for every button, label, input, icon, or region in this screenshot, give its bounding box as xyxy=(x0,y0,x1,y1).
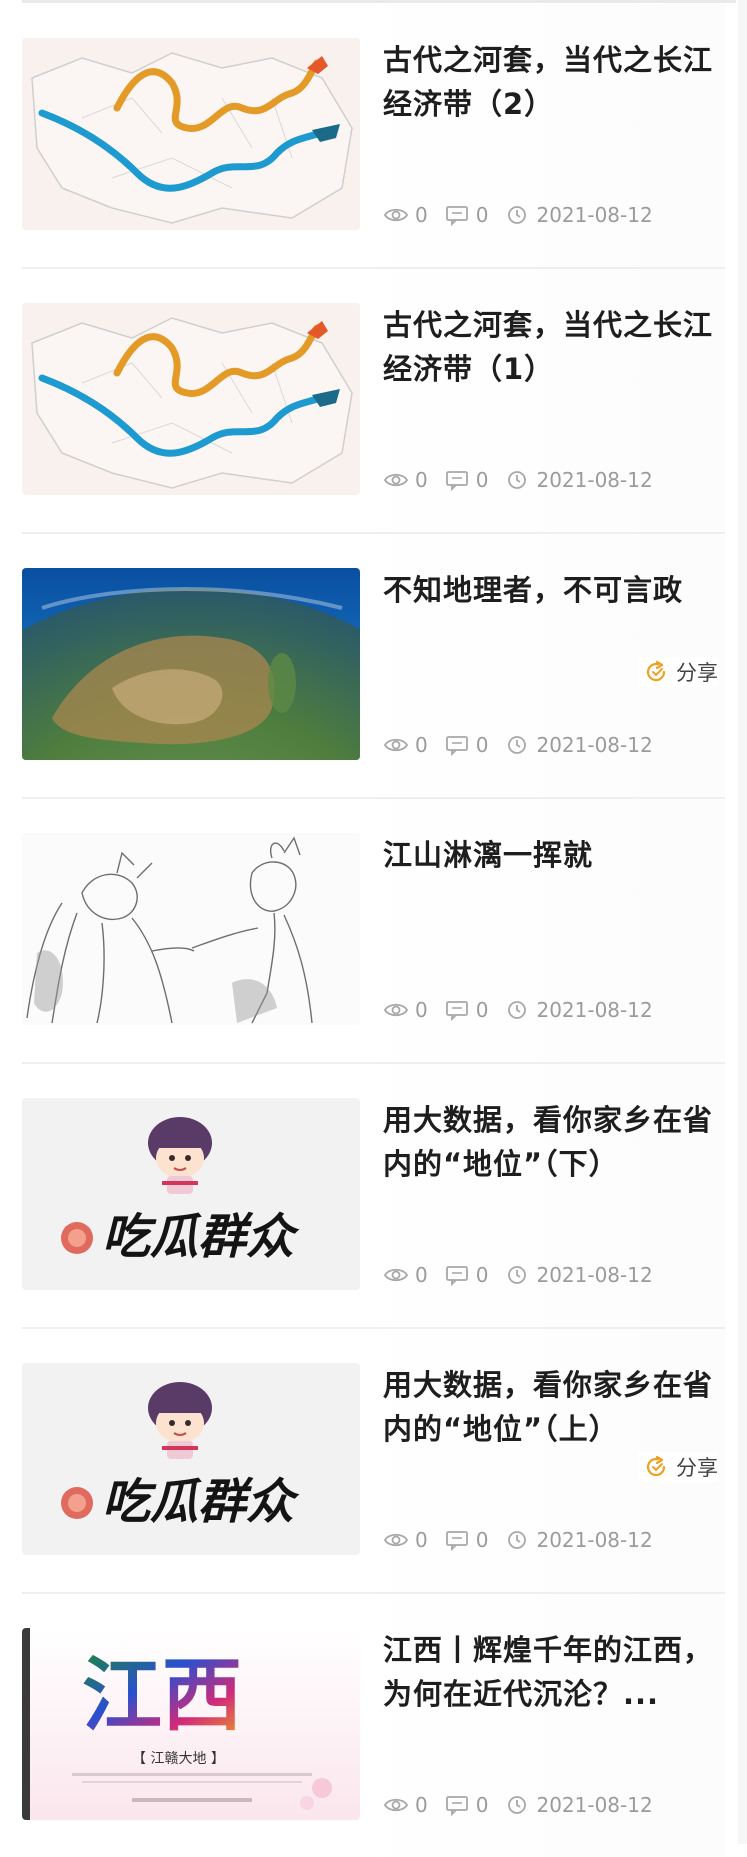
comment-icon xyxy=(445,471,468,491)
eye-icon xyxy=(383,1003,409,1017)
clock-icon xyxy=(508,1796,527,1814)
clock-icon xyxy=(508,1531,527,1549)
svg-text:吃瓜群众: 吃瓜群众 xyxy=(102,1209,300,1265)
eye-icon xyxy=(383,1533,409,1547)
article-thumbnail[interactable]: 吃瓜群众 xyxy=(22,1098,360,1290)
clock-icon xyxy=(508,736,527,754)
eye-icon xyxy=(383,208,409,222)
article-card[interactable]: 不知地理者，不可言政 分享 0 0 2021-08-12 xyxy=(22,534,725,799)
article-thumbnail[interactable] xyxy=(22,38,360,230)
clock-icon xyxy=(508,1001,527,1019)
article-title[interactable]: 用大数据，看你家乡在省内的“地位”（下） xyxy=(383,1098,723,1186)
article-meta: 0 0 2021-08-12 xyxy=(383,465,669,495)
article-title[interactable]: 不知地理者，不可言政 xyxy=(383,568,723,612)
share-label: 分享 xyxy=(676,1456,718,1480)
article-thumbnail[interactable] xyxy=(22,568,360,760)
publish-date: 2021-08-12 xyxy=(536,1263,653,1287)
article-card[interactable]: 古代之河套，当代之长江经济带（1） 0 0 2021-08-12 xyxy=(22,269,725,534)
cartoon-logo-image: 吃瓜群众 xyxy=(22,1098,360,1290)
comment-icon xyxy=(445,206,468,226)
article-card[interactable]: 古代之河套，当代之长江经济带（2） 0 0 2021-08-12 xyxy=(22,4,725,269)
eye-icon xyxy=(383,473,409,487)
view-count: 0 xyxy=(415,203,428,227)
share-button[interactable]: 分享 xyxy=(638,1452,718,1482)
publish-date: 2021-08-12 xyxy=(536,1528,653,1552)
comment-count: 0 xyxy=(475,203,489,227)
article-thumbnail[interactable]: 吃瓜群众 xyxy=(22,1363,360,1555)
clock-icon xyxy=(508,206,527,224)
article-card[interactable]: 吃瓜群众 用大数据，看你家乡在省内的“地位”（上） 分享 0 0 2021-08… xyxy=(22,1329,725,1594)
svg-text:吃瓜群众: 吃瓜群众 xyxy=(102,1474,300,1530)
eye-icon xyxy=(383,1268,409,1282)
comment-icon xyxy=(445,736,468,756)
comment-count: 0 xyxy=(475,998,489,1022)
comment-count: 0 xyxy=(475,1528,489,1552)
publish-date: 2021-08-12 xyxy=(536,998,653,1022)
china-rivers-dragon-map-image xyxy=(22,38,360,230)
publish-date: 2021-08-12 xyxy=(536,203,653,227)
article-meta: 0 0 2021-08-12 xyxy=(383,200,669,230)
view-count: 0 xyxy=(415,733,428,757)
article-thumbnail[interactable] xyxy=(22,833,360,1025)
jiangxi-poster-image: 江西 【 江赣大地 】 xyxy=(22,1628,360,1820)
view-count: 0 xyxy=(415,998,428,1022)
comment-icon xyxy=(445,1531,468,1551)
comment-count: 0 xyxy=(475,468,489,492)
article-meta: 0 0 2021-08-12 xyxy=(383,995,669,1025)
cartoon-logo-image: 吃瓜群众 xyxy=(22,1363,360,1555)
eye-icon xyxy=(383,1798,409,1812)
article-meta: 0 0 2021-08-12 xyxy=(383,1790,669,1820)
article-title[interactable]: 江西丨辉煌千年的江西，为何在近代沉沦？... xyxy=(383,1628,723,1716)
article-card[interactable]: 江西 【 江赣大地 】 江西丨辉煌千年的江西，为何在近代沉沦？... 0 0 2 xyxy=(22,1594,725,1857)
article-title[interactable]: 古代之河套，当代之长江经济带（1） xyxy=(383,303,723,391)
view-count: 0 xyxy=(415,1793,428,1817)
comment-count: 0 xyxy=(475,1793,489,1817)
ink-sketch-figures-image xyxy=(22,833,360,1025)
eye-icon xyxy=(383,738,409,752)
article-card[interactable]: 吃瓜群众 用大数据，看你家乡在省内的“地位”（下） 0 0 2021-08-12 xyxy=(22,1064,725,1329)
share-icon xyxy=(646,1455,666,1477)
clock-icon xyxy=(508,471,527,489)
svg-text:【 江赣大地 】: 【 江赣大地 】 xyxy=(132,1751,225,1767)
article-title[interactable]: 用大数据，看你家乡在省内的“地位”（上） xyxy=(383,1363,723,1451)
publish-date: 2021-08-12 xyxy=(536,733,653,757)
comment-count: 0 xyxy=(475,733,489,757)
earth-globe-image xyxy=(22,568,360,760)
article-title[interactable]: 古代之河套，当代之长江经济带（2） xyxy=(383,38,723,126)
comment-icon xyxy=(445,1266,468,1286)
share-icon xyxy=(646,660,666,682)
article-card[interactable]: 江山淋漓一挥就 0 0 2021-08-12 xyxy=(22,799,725,1064)
view-count: 0 xyxy=(415,1528,428,1552)
comment-icon xyxy=(445,1796,468,1816)
article-title[interactable]: 江山淋漓一挥就 xyxy=(383,833,723,877)
article-meta: 0 0 2021-08-12 xyxy=(383,1260,669,1290)
view-count: 0 xyxy=(415,1263,428,1287)
article-meta: 0 0 2021-08-12 xyxy=(383,1525,669,1555)
top-divider xyxy=(22,0,736,3)
article-list: 古代之河套，当代之长江经济带（2） 0 0 2021-08-12 古代之河套，当… xyxy=(0,4,747,1857)
clock-icon xyxy=(508,1266,527,1284)
article-meta: 0 0 2021-08-12 xyxy=(383,730,669,760)
svg-text:江西: 江西 xyxy=(82,1648,242,1742)
china-rivers-dragon-map-image xyxy=(22,303,360,495)
view-count: 0 xyxy=(415,468,428,492)
share-button[interactable]: 分享 xyxy=(638,657,718,687)
article-thumbnail[interactable]: 江西 【 江赣大地 】 xyxy=(22,1628,360,1820)
publish-date: 2021-08-12 xyxy=(536,1793,653,1817)
article-thumbnail[interactable] xyxy=(22,303,360,495)
publish-date: 2021-08-12 xyxy=(536,468,653,492)
share-label: 分享 xyxy=(676,661,718,685)
comment-icon xyxy=(445,1001,468,1021)
comment-count: 0 xyxy=(475,1263,489,1287)
